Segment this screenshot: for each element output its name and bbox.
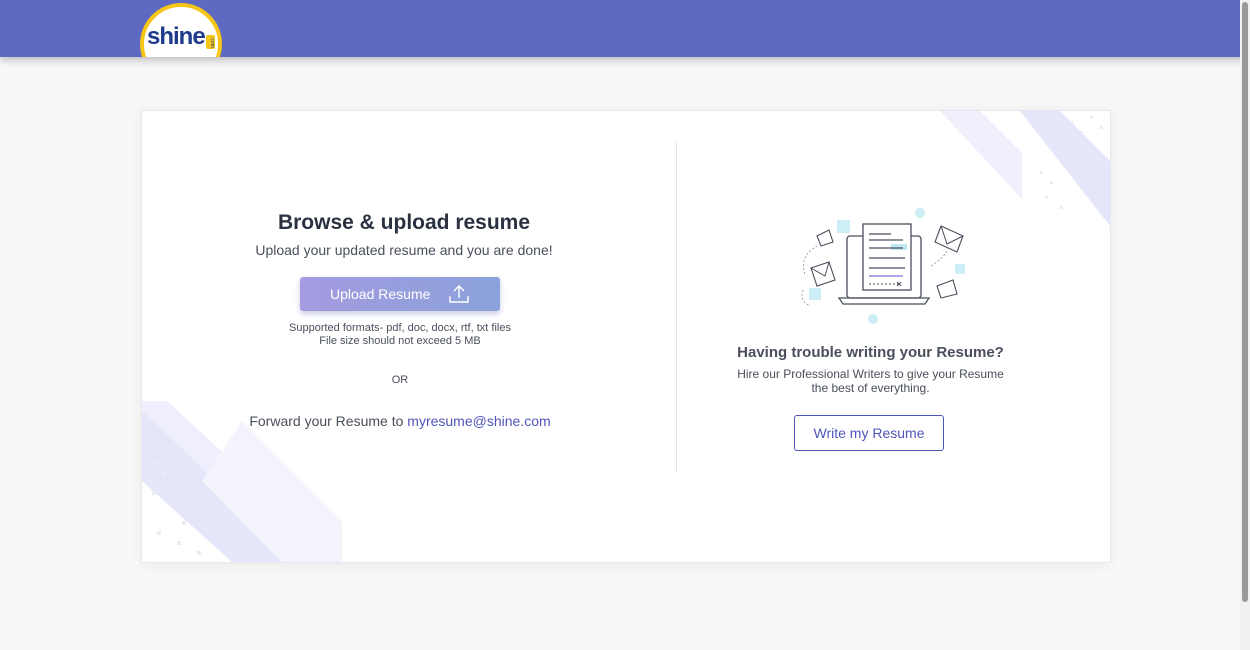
- forward-email-link[interactable]: myresume@shine.com: [407, 413, 550, 429]
- file-size-text: File size should not exceed 5 MB: [319, 335, 481, 347]
- upload-subtitle: Upload your updated resume and you are d…: [255, 242, 553, 258]
- shine-logo[interactable]: shine .com: [140, 3, 222, 57]
- upload-requirements: Supported formats- pdf, doc, docx, rtf, …: [142, 322, 658, 348]
- forward-resume-text: Forward your Resume to myresume@shine.co…: [142, 413, 658, 429]
- writing-help-title: Having trouble writing your Resume?: [737, 344, 1004, 361]
- logo-suffix: .com: [206, 35, 215, 49]
- resume-writing-section: Having trouble writing your Resume? Hire…: [677, 111, 1110, 562]
- upload-section: Browse & upload resume Upload your updat…: [142, 111, 666, 562]
- writing-help-line-1: Hire our Professional Writers to give yo…: [737, 367, 1004, 381]
- top-header: shine .com: [0, 0, 1250, 57]
- upload-button-label: Upload Resume: [330, 286, 431, 302]
- writing-help-line-2: the best of everything.: [811, 381, 930, 395]
- page-scrollbar[interactable]: [1240, 0, 1250, 650]
- resume-card: Browse & upload resume Upload your updat…: [141, 110, 1111, 563]
- resume-laptop-illustration: [801, 208, 965, 324]
- upload-title: Browse & upload resume: [277, 211, 531, 234]
- logo-text: shine: [147, 23, 206, 50]
- or-separator: OR: [391, 374, 409, 386]
- writing-help-text: Hire our Professional Writers to give yo…: [677, 367, 1064, 395]
- upload-icon: [449, 285, 469, 303]
- scrollbar-thumb[interactable]: [1242, 2, 1248, 602]
- upload-resume-button[interactable]: Upload Resume: [300, 277, 500, 311]
- write-my-resume-button[interactable]: Write my Resume: [794, 415, 944, 451]
- supported-formats-text: Supported formats- pdf, doc, docx, rtf, …: [289, 322, 511, 334]
- forward-label: Forward your Resume to: [249, 413, 408, 429]
